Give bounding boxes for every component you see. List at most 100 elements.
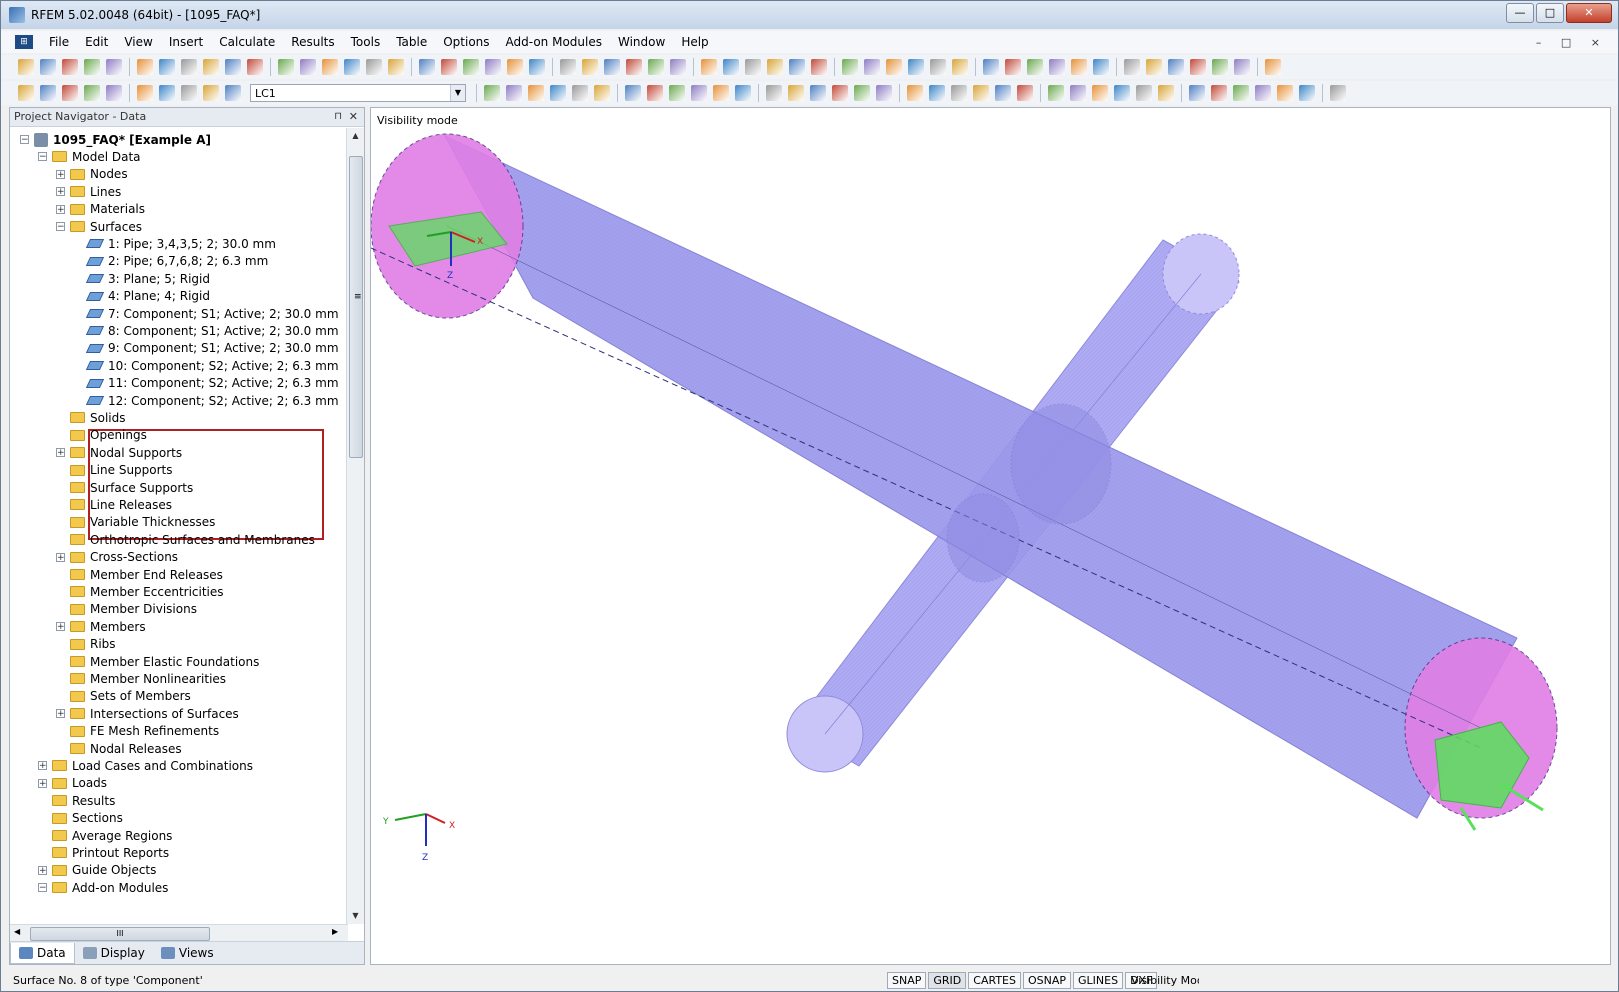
toolbar-button-icon[interactable]	[1070, 85, 1086, 101]
toolbar-button-icon[interactable]	[1168, 59, 1184, 75]
toolbar-button-icon[interactable]	[40, 85, 56, 101]
tab-data[interactable]: Data	[10, 943, 75, 964]
hscroll-thumb[interactable]: III	[30, 927, 210, 941]
tree-top-item[interactable]: +Load Cases and Combinations	[38, 757, 253, 774]
tree-top-item[interactable]: Average Regions	[38, 827, 172, 844]
tree-model-item[interactable]: FE Mesh Refinements	[56, 723, 219, 740]
toolbar-button-icon[interactable]	[278, 59, 294, 75]
toolbar-button-icon[interactable]	[995, 85, 1011, 101]
menu-options[interactable]: Options	[435, 35, 497, 49]
scroll-right-icon[interactable]: ▶	[332, 927, 338, 936]
toolbar-button-icon[interactable]	[1277, 85, 1293, 101]
menu-insert[interactable]: Insert	[161, 35, 211, 49]
toolbar-button-icon[interactable]	[594, 85, 610, 101]
collapse-icon[interactable]: −	[20, 135, 29, 144]
large-pipe[interactable]	[371, 134, 1557, 818]
toolbar-button-icon[interactable]	[908, 59, 924, 75]
toolbar-button-icon[interactable]	[930, 59, 946, 75]
tree-model-item[interactable]: Orthotropic Surfaces and Membranes	[56, 531, 315, 548]
horizontal-scrollbar[interactable]: ◀ III ▶	[10, 924, 348, 942]
menu-help[interactable]: Help	[673, 35, 716, 49]
grid-toggle[interactable]: GRID	[928, 972, 966, 989]
toolbar-button-icon[interactable]	[1114, 85, 1130, 101]
tree-top-item[interactable]: −Add-on Modules	[38, 879, 168, 896]
toolbar-button-icon[interactable]	[767, 59, 783, 75]
tab-display[interactable]: Display	[75, 943, 153, 963]
scroll-down-icon[interactable]: ▼	[347, 908, 364, 924]
toolbar-button-icon[interactable]	[84, 85, 100, 101]
toolbar-button-icon[interactable]	[203, 85, 219, 101]
tree-item-lines[interactable]: +Lines	[56, 183, 121, 200]
tree-surface[interactable]: 9: Component; S1; Active; 2; 30.0 mm	[74, 340, 339, 357]
toolbar-button-icon[interactable]	[670, 59, 686, 75]
toolbar-button-icon[interactable]	[876, 85, 892, 101]
navigator-close-icon[interactable]: ✕	[349, 108, 358, 126]
toolbar-button-icon[interactable]	[62, 85, 78, 101]
toolbar-button-icon[interactable]	[572, 85, 588, 101]
glines-toggle[interactable]: GLINES	[1073, 972, 1123, 989]
collapse-icon[interactable]: −	[38, 883, 47, 892]
toolbar-button-icon[interactable]	[106, 59, 122, 75]
osnap-toggle[interactable]: OSNAP	[1023, 972, 1071, 989]
scroll-grip-icon[interactable]: ≡	[354, 292, 362, 302]
toolbar-button-icon[interactable]	[625, 85, 641, 101]
expand-icon[interactable]: +	[38, 779, 47, 788]
menu-file[interactable]: File	[41, 35, 77, 49]
tree-model-item[interactable]: Nodal Releases	[56, 740, 182, 757]
toolbar-button-icon[interactable]	[789, 59, 805, 75]
toolbar-button-icon[interactable]	[854, 85, 870, 101]
tree-model-item[interactable]: Surface Supports	[56, 479, 193, 496]
toolbar-button-icon[interactable]	[951, 85, 967, 101]
toolbar-button-icon[interactable]	[929, 85, 945, 101]
expand-icon[interactable]: +	[56, 205, 65, 214]
toolbar-button-icon[interactable]	[886, 59, 902, 75]
toolbar-button-icon[interactable]	[1146, 59, 1162, 75]
toolbar-button-icon[interactable]	[181, 85, 197, 101]
expand-icon[interactable]: +	[38, 866, 47, 875]
toolbar-button-icon[interactable]	[1330, 85, 1346, 101]
toolbar-button-icon[interactable]	[1048, 85, 1064, 101]
tree-model-item[interactable]: Line Releases	[56, 496, 172, 513]
tab-views[interactable]: Views	[153, 943, 222, 963]
menu-calculate[interactable]: Calculate	[211, 35, 283, 49]
toolbar-button-icon[interactable]	[1190, 59, 1206, 75]
tree-model-item[interactable]: Line Supports	[56, 462, 173, 479]
toolbar-button-icon[interactable]	[1017, 85, 1033, 101]
tree-surface[interactable]: 2: Pipe; 6,7,6,8; 2; 6.3 mm	[74, 253, 268, 270]
toolbar-button-icon[interactable]	[18, 85, 34, 101]
toolbar-button-icon[interactable]	[810, 85, 826, 101]
expand-icon[interactable]: +	[56, 622, 65, 631]
vertical-scrollbar[interactable]: ▲ ▼	[346, 128, 364, 924]
tree-model-item[interactable]: +Nodal Supports	[56, 444, 182, 461]
toolbar-button-icon[interactable]	[1299, 85, 1315, 101]
dropdown-arrow-icon[interactable]: ▼	[450, 85, 465, 101]
toolbar-button-icon[interactable]	[137, 85, 153, 101]
toolbar-button-icon[interactable]	[1136, 85, 1152, 101]
toolbar-button-icon[interactable]	[1189, 85, 1205, 101]
toolbar-button-icon[interactable]	[225, 59, 241, 75]
tree-top-item[interactable]: +Loads	[38, 775, 107, 792]
model-graphic[interactable]: X Z X Y Z	[371, 108, 1610, 964]
toolbar-button-icon[interactable]	[300, 59, 316, 75]
toolbar-button-icon[interactable]	[832, 85, 848, 101]
toolbar-button-icon[interactable]	[18, 59, 34, 75]
toolbar-button-icon[interactable]	[485, 59, 501, 75]
scroll-thumb[interactable]	[349, 156, 363, 458]
toolbar-button-icon[interactable]	[648, 59, 664, 75]
toolbar-button-icon[interactable]	[1027, 59, 1043, 75]
tree-model-item[interactable]: Ribs	[56, 636, 116, 653]
toolbar-button-icon[interactable]	[604, 59, 620, 75]
menu-view[interactable]: View	[116, 35, 160, 49]
rfem-logo-icon[interactable]: ⊞	[15, 35, 33, 49]
toolbar-button-icon[interactable]	[203, 59, 219, 75]
tree-top-item[interactable]: Sections	[38, 810, 123, 827]
tree-model-data[interactable]: −Model Data	[38, 148, 141, 165]
toolbar-button-icon[interactable]	[507, 59, 523, 75]
tree-item-nodes[interactable]: +Nodes	[56, 166, 128, 183]
expand-icon[interactable]: +	[56, 709, 65, 718]
menu-tools[interactable]: Tools	[343, 35, 389, 49]
tree-surface[interactable]: 10: Component; S2; Active; 2; 6.3 mm	[74, 357, 339, 374]
menu-edit[interactable]: Edit	[77, 35, 116, 49]
scroll-up-icon[interactable]: ▲	[347, 128, 364, 144]
toolbar-button-icon[interactable]	[550, 85, 566, 101]
